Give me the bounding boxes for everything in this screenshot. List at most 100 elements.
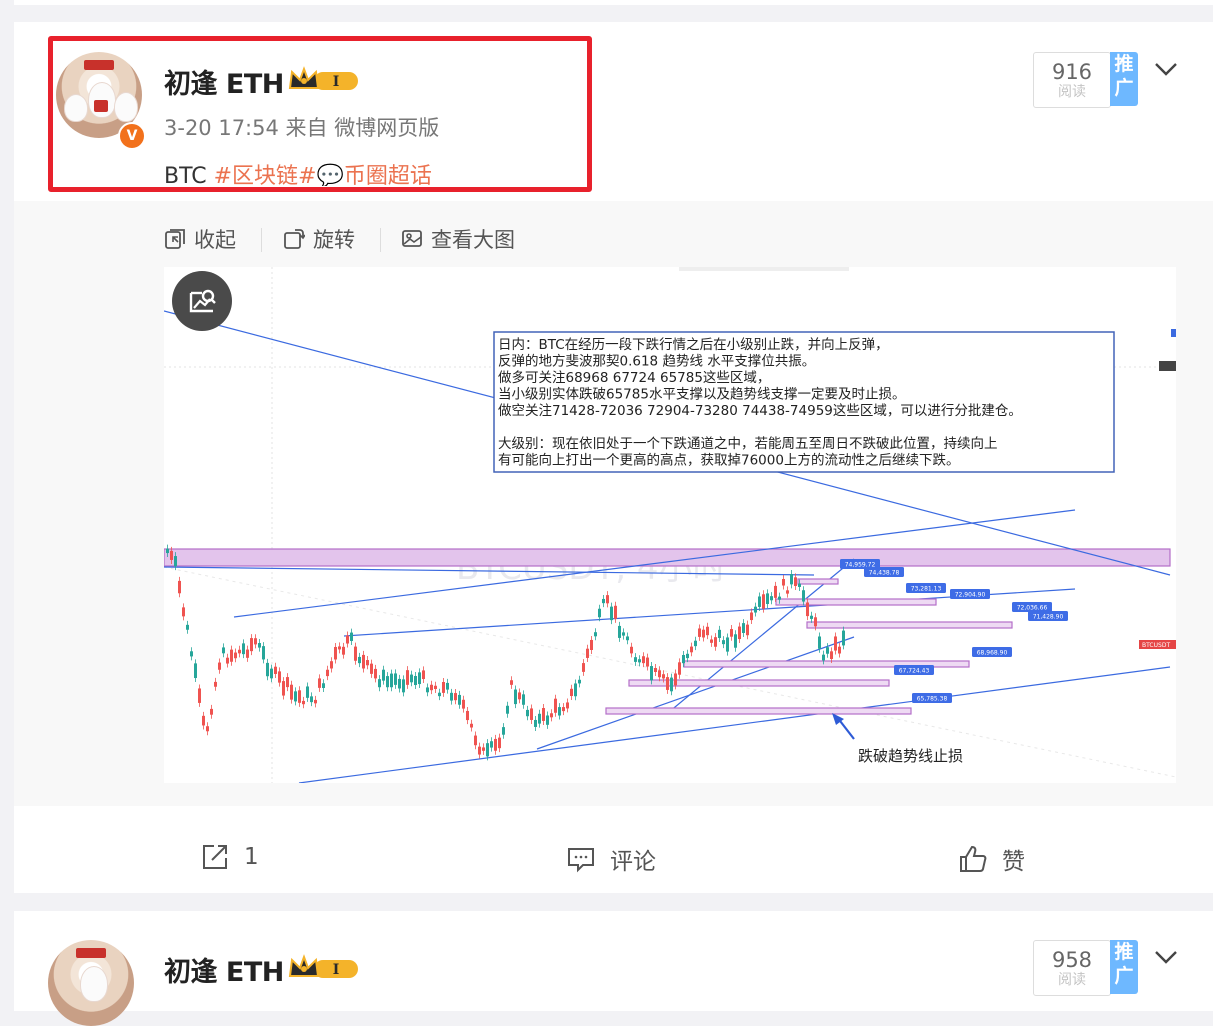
price-tag-label: 74,438.78: [869, 570, 900, 577]
candle-body: [814, 617, 817, 627]
candle-body: [518, 692, 521, 700]
candle-body: [686, 653, 689, 659]
candle-body: [702, 629, 705, 638]
candle-body: [782, 578, 785, 586]
price-tag-label: 72,904.90: [955, 592, 986, 599]
candle-body: [694, 640, 697, 647]
candle-body: [374, 668, 377, 679]
candle-body: [574, 683, 577, 697]
candle-body: [246, 649, 249, 658]
next-member-crown-icon[interactable]: I: [288, 954, 360, 982]
candle-body: [190, 651, 193, 657]
image-search-button[interactable]: [172, 271, 232, 331]
candle-body: [430, 684, 433, 691]
candle-body: [410, 674, 413, 683]
candle-body: [606, 595, 609, 604]
candle-body: [634, 657, 637, 662]
price-tag-label: 73,281.13: [911, 586, 942, 593]
next-reads-label: 阅读: [1058, 972, 1086, 988]
candle-body: [322, 683, 325, 689]
price-tag-label: 65,785.38: [917, 696, 948, 703]
candle-body: [566, 702, 569, 709]
like-button[interactable]: 赞: [958, 842, 1025, 876]
candle-body: [642, 656, 645, 664]
candle-body: [590, 639, 593, 650]
candle-body: [746, 624, 749, 636]
next-promote-button[interactable]: 推广: [1110, 940, 1138, 994]
candle-body: [718, 629, 721, 638]
candle-body: [422, 670, 425, 680]
reads-counter: 916 阅读: [1033, 52, 1111, 108]
candle-body: [354, 646, 357, 661]
candle-body: [434, 685, 437, 690]
candle-body: [326, 669, 329, 677]
candle-body: [594, 632, 597, 637]
candle-body: [790, 574, 793, 585]
candle-body: [550, 713, 553, 718]
view-large-label: 查看大图: [431, 228, 515, 252]
candle-body: [302, 700, 305, 705]
candle-body: [802, 590, 805, 602]
reads-count: 916: [1051, 60, 1093, 84]
collapse-icon: [165, 229, 185, 249]
candle-body: [278, 671, 281, 683]
candle-body: [262, 646, 265, 660]
candle-body: [346, 635, 349, 644]
candle-body: [638, 659, 641, 663]
analysis-line: 反弹的地方斐波那契0.618 趋势线 水平支撑位共振。: [498, 354, 815, 370]
candle-body: [306, 686, 309, 698]
candle-body: [726, 637, 729, 652]
next-author-avatar[interactable]: [48, 940, 134, 1026]
comment-button[interactable]: 评论: [566, 842, 656, 876]
candle-body: [586, 648, 589, 658]
price-tag-label: 72,036.66: [1017, 605, 1048, 612]
candle-body: [770, 596, 773, 601]
candle-body: [478, 746, 481, 755]
promote-button[interactable]: 推广: [1110, 52, 1138, 106]
candle-body: [254, 638, 257, 645]
candle-body: [562, 707, 565, 712]
view-large-button[interactable]: 查看大图: [401, 224, 515, 254]
candle-body: [542, 708, 545, 721]
candle-body: [314, 699, 317, 704]
candle-body: [446, 682, 449, 690]
candle-body: [258, 643, 261, 648]
candle-body: [474, 735, 477, 746]
price-tag-label: 71,428.90: [1033, 614, 1064, 621]
candle-body: [666, 677, 669, 690]
candle-body: [338, 646, 341, 650]
image-view-icon: [402, 230, 422, 247]
candle-body: [534, 719, 537, 727]
candle-body: [526, 709, 529, 717]
candle-body: [818, 636, 821, 649]
candle-body: [218, 662, 221, 670]
candle-body: [758, 596, 761, 607]
next-author-name[interactable]: 初逢 ETH: [164, 950, 284, 989]
candle-body: [390, 673, 393, 688]
chart-image[interactable]: BTCUSDT, 4小时 74,959.72 74,438.78 73,281.13…: [164, 267, 1176, 783]
candle-body: [210, 708, 213, 715]
candle-body: [658, 670, 661, 678]
chevron-down-icon[interactable]: [1154, 62, 1178, 76]
candle-body: [458, 694, 461, 705]
comment-label: 评论: [610, 849, 656, 875]
repost-button[interactable]: 1: [200, 842, 259, 872]
candle-body: [762, 594, 765, 609]
candle-body: [362, 654, 365, 669]
candle-body: [514, 689, 517, 705]
candle-body: [730, 629, 733, 637]
candle-body: [402, 679, 405, 693]
candle-body: [834, 636, 837, 651]
candle-body: [490, 741, 493, 748]
candle-body: [554, 698, 557, 713]
candle-body: [342, 646, 345, 655]
candle-body: [166, 548, 169, 554]
candle-body: [582, 663, 585, 672]
candle-body: [510, 680, 513, 685]
candle-body: [418, 672, 421, 685]
next-chevron-down-icon[interactable]: [1154, 950, 1178, 964]
candle-body: [234, 652, 237, 659]
rotate-button[interactable]: 旋转: [283, 224, 355, 254]
resistance-zone: [164, 548, 1171, 567]
collapse-button[interactable]: 收起: [164, 224, 236, 254]
